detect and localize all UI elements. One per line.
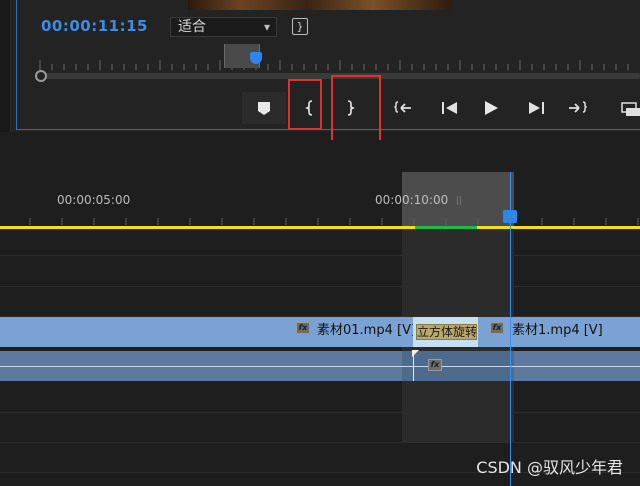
timeline-playhead[interactable] xyxy=(503,210,517,223)
transition-name: 立方体旋转 xyxy=(416,324,477,340)
insert-icon xyxy=(621,102,640,116)
insert-button[interactable] xyxy=(612,92,640,124)
track-divider xyxy=(0,255,640,256)
chevron-down-icon: ▾ xyxy=(263,20,270,34)
add-marker-button[interactable] xyxy=(244,92,284,124)
play-icon xyxy=(485,101,498,115)
go-to-out-button[interactable] xyxy=(558,92,598,124)
fx-badge: fx xyxy=(428,359,442,371)
fx-badge: fx xyxy=(490,322,504,334)
work-area-bar[interactable] xyxy=(0,226,640,229)
ruler-label-5s: 00:00:05:00 xyxy=(57,193,131,207)
mark-in-highlight xyxy=(288,79,322,130)
step-forward-button[interactable] xyxy=(516,92,556,124)
clip-start-corner-icon xyxy=(412,350,419,357)
fx-badge: fx xyxy=(296,322,310,334)
video-preview xyxy=(188,0,452,10)
zoom-fit-value: 适合 xyxy=(178,19,206,35)
mark-out-highlight xyxy=(331,75,381,148)
resolution-settings-icon[interactable]: } xyxy=(292,18,308,35)
go-to-in-icon xyxy=(393,101,411,113)
video-clip-1-name: 素材01.mp4 [V] xyxy=(317,323,417,338)
track-divider xyxy=(0,442,640,443)
playhead-timecode[interactable]: 00:00:11:15 xyxy=(41,17,148,35)
panel-edge xyxy=(0,0,11,132)
track-divider xyxy=(0,412,640,413)
source-playhead[interactable] xyxy=(250,52,262,64)
work-area-grip[interactable]: || xyxy=(456,196,462,206)
step-back-button[interactable] xyxy=(430,92,470,124)
video-clip-2-name: 素材1.mp4 [V] xyxy=(512,323,603,338)
ruler-label-10s: 00:00:10:00 xyxy=(375,193,449,207)
zoom-fit-select[interactable]: 适合 ▾ xyxy=(170,17,277,37)
marker-icon xyxy=(258,102,270,115)
source-time-ruler[interactable] xyxy=(34,58,640,72)
scrollbar-handle[interactable] xyxy=(35,70,47,82)
go-to-out-icon xyxy=(569,101,588,113)
audio-volume-line[interactable] xyxy=(0,366,640,367)
timeline-ruler-ticks[interactable] xyxy=(0,212,640,226)
track-divider xyxy=(0,286,640,287)
play-button[interactable] xyxy=(472,92,512,124)
go-to-in-button[interactable] xyxy=(386,92,426,124)
watermark: CSDN @驭风少年君 xyxy=(476,458,623,477)
step-back-icon xyxy=(442,102,457,114)
step-forward-icon xyxy=(529,102,544,114)
